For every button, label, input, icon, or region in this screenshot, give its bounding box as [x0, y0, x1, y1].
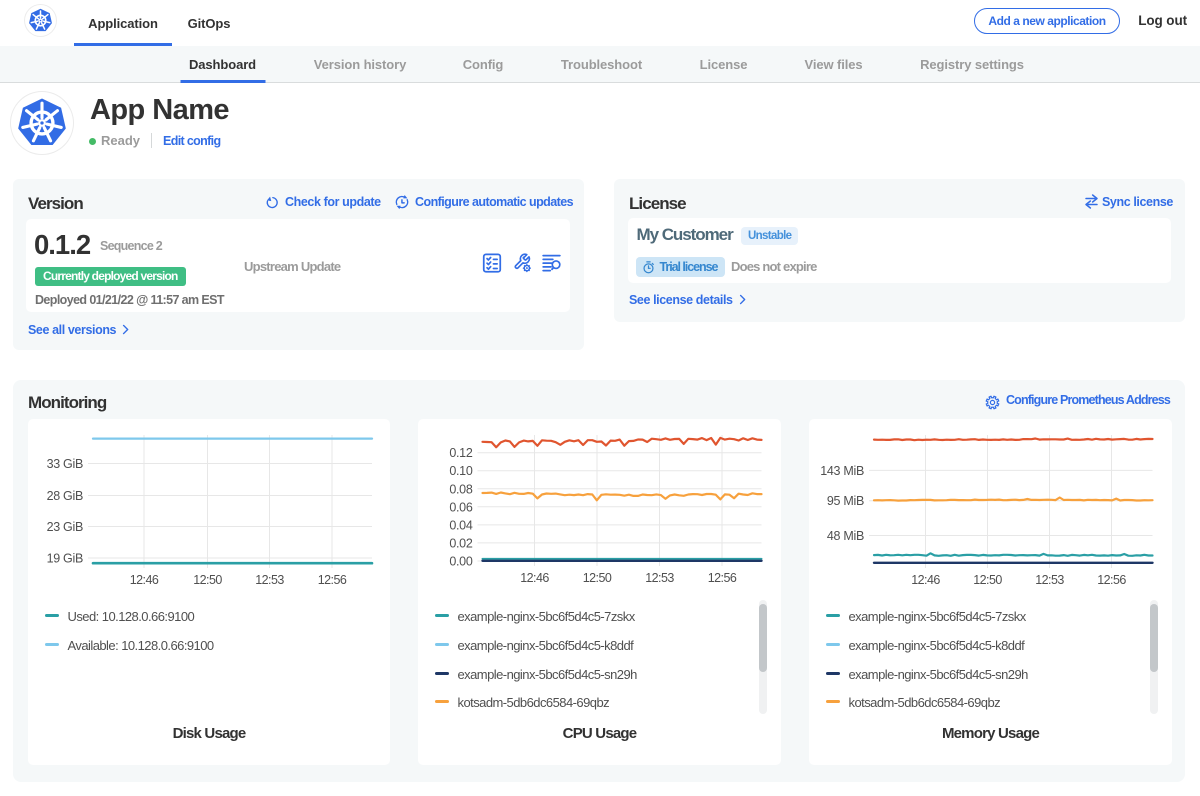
- svg-text:12:53: 12:53: [255, 573, 284, 587]
- svg-text:0.08: 0.08: [449, 482, 472, 496]
- svg-text:12:56: 12:56: [318, 573, 347, 587]
- svg-text:12:46: 12:46: [520, 571, 549, 585]
- svg-text:12:50: 12:50: [193, 573, 222, 587]
- svg-text:0.04: 0.04: [449, 518, 472, 532]
- svg-text:12:56: 12:56: [708, 571, 737, 585]
- svg-text:12:46: 12:46: [911, 573, 940, 587]
- svg-text:12:56: 12:56: [1097, 573, 1126, 587]
- svg-text:12:50: 12:50: [583, 571, 612, 585]
- svg-text:0.00: 0.00: [449, 555, 472, 569]
- svg-text:0.06: 0.06: [449, 500, 472, 514]
- svg-text:12:53: 12:53: [1035, 573, 1064, 587]
- svg-text:0.02: 0.02: [449, 536, 472, 550]
- svg-text:0.12: 0.12: [449, 446, 472, 460]
- svg-text:33 GiB: 33 GiB: [47, 457, 83, 471]
- svg-text:95 MiB: 95 MiB: [827, 494, 864, 508]
- svg-text:48 MiB: 48 MiB: [827, 529, 864, 543]
- svg-text:0.10: 0.10: [449, 464, 472, 478]
- svg-text:23 GiB: 23 GiB: [47, 520, 83, 534]
- svg-text:12:50: 12:50: [973, 573, 1002, 587]
- svg-text:12:46: 12:46: [130, 573, 159, 587]
- svg-text:19 GiB: 19 GiB: [47, 552, 83, 566]
- svg-text:28 GiB: 28 GiB: [47, 489, 83, 503]
- svg-text:12:53: 12:53: [645, 571, 674, 585]
- svg-text:143 MiB: 143 MiB: [820, 464, 864, 478]
